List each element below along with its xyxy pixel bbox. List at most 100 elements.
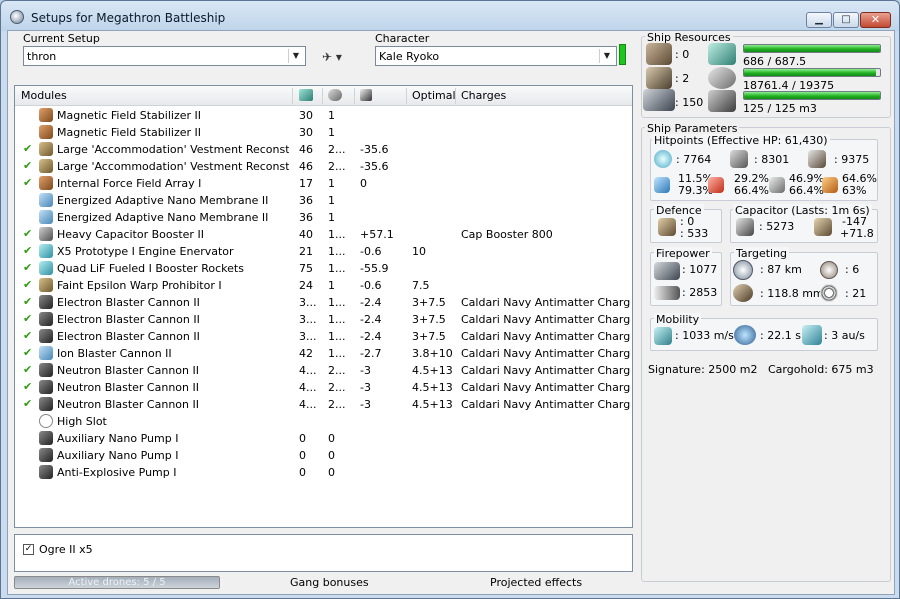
drone-checkbox[interactable]: ✓ <box>23 544 34 555</box>
table-row[interactable]: High Slot <box>15 413 632 430</box>
module-icon <box>39 261 53 275</box>
module-cpu: 36 <box>299 194 313 207</box>
warp-speed: : 3 au/s <box>824 329 865 342</box>
turret-slots-value: : 0 <box>675 48 690 61</box>
module-powergrid: 1 <box>328 109 335 122</box>
active-check-icon[interactable]: ✔ <box>23 244 32 257</box>
table-row[interactable]: ✔ Large 'Accommodation' Vestment Reconstr… <box>15 141 632 158</box>
module-cpu: 30 <box>299 126 313 139</box>
em-resist-icon <box>654 177 670 193</box>
module-powergrid: 1... <box>328 245 346 258</box>
title-bar[interactable]: Setups for Megathron Battleship ▁ □ ✕ <box>1 1 899 31</box>
table-row[interactable]: Auxiliary Nano Pump I 0 0 <box>15 447 632 464</box>
table-row[interactable]: ✔ Neutron Blaster Cannon II 4... 2... -3 4.5+… <box>15 362 632 379</box>
col-charges[interactable]: Charges <box>461 89 506 102</box>
module-powergrid: 1 <box>328 177 335 190</box>
col-optimal[interactable]: Optimal <box>412 89 456 102</box>
module-cpu: 24 <box>299 279 313 292</box>
module-name: Anti-Explosive Pump I <box>57 466 177 479</box>
module-powergrid: 1... <box>328 228 346 241</box>
capacitor-delta-2: +71.8 <box>840 227 874 240</box>
module-name: Neutron Blaster Cannon II <box>57 364 199 377</box>
table-row[interactable]: ✔ X5 Prototype I Engine Enervator 21 1... -0… <box>15 243 632 260</box>
drone-dps: : 2853 <box>682 286 718 299</box>
cpu-value: 686 / 687.5 <box>743 55 807 68</box>
active-check-icon[interactable]: ✔ <box>23 227 32 240</box>
resist-d2: 63% <box>842 184 867 197</box>
table-row[interactable]: ✔ Neutron Blaster Cannon II 4... 2... -3 4.5+… <box>15 379 632 396</box>
module-name: Electron Blaster Cannon II <box>57 313 200 326</box>
scan-resolution: : 118.8 mm <box>760 287 824 300</box>
table-row[interactable]: Magnetic Field Stabilizer II 30 1 <box>15 124 632 141</box>
active-check-icon[interactable]: ✔ <box>23 278 32 291</box>
drone-item[interactable]: Ogre II x5 <box>39 543 93 556</box>
active-check-icon[interactable]: ✔ <box>23 346 32 359</box>
max-velocity-icon <box>654 327 672 345</box>
chevron-down-icon: ▼ <box>288 49 303 63</box>
table-row[interactable]: ✔ Ion Blaster Cannon II 42 1... -2.7 3.8+10 Ca… <box>15 345 632 362</box>
powergrid-column-icon[interactable] <box>328 89 342 101</box>
module-icon <box>39 380 53 394</box>
table-row[interactable]: ✔ Quad LiF Fueled I Booster Rockets 75 1...… <box>15 260 632 277</box>
targeting-title: Targeting <box>734 247 790 260</box>
armor-icon <box>730 150 748 168</box>
table-row[interactable]: ✔ Neutron Blaster Cannon II 4... 2... -3 4.5+… <box>15 396 632 413</box>
module-icon <box>39 159 53 173</box>
table-row[interactable]: ✔ Large 'Accommodation' Vestment Reconstr… <box>15 158 632 175</box>
table-row[interactable]: ✔ Electron Blaster Cannon II 3... 1... -2.4 3… <box>15 328 632 345</box>
module-capacitor: -2.4 <box>360 330 382 343</box>
modules-list[interactable]: Modules Optimal Charges Magnetic Field S… <box>14 85 633 528</box>
active-check-icon[interactable]: ✔ <box>23 176 32 189</box>
table-row[interactable]: ✔ Internal Force Field Array I 17 1 0 <box>15 175 632 192</box>
table-row[interactable]: Anti-Explosive Pump I 0 0 <box>15 464 632 481</box>
table-row[interactable]: Magnetic Field Stabilizer II 30 1 <box>15 107 632 124</box>
table-row[interactable]: ✔ Electron Blaster Cannon II 3... 1... -2.4 3… <box>15 294 632 311</box>
drones-list[interactable]: ✓ Ogre II x5 <box>14 534 633 572</box>
module-capacitor: -55.9 <box>360 262 389 275</box>
defence-title: Defence <box>654 204 704 217</box>
active-check-icon[interactable]: ✔ <box>23 295 32 308</box>
character-dropdown[interactable]: Kale Ryoko ▼ <box>375 46 617 66</box>
projected-effects-link[interactable]: Projected effects <box>490 576 582 589</box>
table-row[interactable]: ✔ Heavy Capacitor Booster II 40 1... +57.1 Ca… <box>15 226 632 243</box>
module-optimal: 4.5+13 <box>412 364 453 377</box>
active-check-icon[interactable]: ✔ <box>23 363 32 376</box>
gang-bonuses-link[interactable]: Gang bonuses <box>290 576 369 589</box>
active-check-icon[interactable]: ✔ <box>23 159 32 172</box>
capacitor-icon <box>736 218 754 236</box>
module-icon <box>39 448 53 462</box>
module-name: Magnetic Field Stabilizer II <box>57 126 201 139</box>
max-targets-icon <box>820 261 838 279</box>
active-check-icon[interactable]: ✔ <box>23 329 32 342</box>
active-check-icon[interactable]: ✔ <box>23 142 32 155</box>
module-optimal: 3+7.5 <box>412 330 446 343</box>
kinetic-resist-icon <box>769 177 785 193</box>
table-row[interactable]: Energized Adaptive Nano Membrane II 36 1 <box>15 192 632 209</box>
scan-resolution-icon <box>733 284 753 302</box>
active-check-icon[interactable]: ✔ <box>23 380 32 393</box>
active-check-icon[interactable]: ✔ <box>23 261 32 274</box>
table-row[interactable]: ✔ Faint Epsilon Warp Prohibitor I 24 1 -0.6 7… <box>15 277 632 294</box>
maximize-button[interactable]: □ <box>833 12 859 28</box>
active-check-icon[interactable]: ✔ <box>23 397 32 410</box>
resist-c2: 66.4% <box>789 184 824 197</box>
module-name: Large 'Accommodation' Vestment Reconstru… <box>57 143 289 156</box>
close-button[interactable]: ✕ <box>860 12 891 28</box>
table-row[interactable]: Energized Adaptive Nano Membrane II 36 1 <box>15 209 632 226</box>
capacitor-amount: : 5273 <box>759 220 795 233</box>
table-row[interactable]: ✔ Electron Blaster Cannon II 3... 1... -2.4 3… <box>15 311 632 328</box>
character-status-indicator <box>619 44 626 65</box>
minimize-button[interactable]: ▁ <box>806 12 832 28</box>
module-name: Neutron Blaster Cannon II <box>57 398 199 411</box>
col-modules[interactable]: Modules <box>21 89 67 102</box>
module-icon <box>39 227 53 241</box>
setup-tools-button[interactable]: ✈ ▾ <box>318 48 360 68</box>
module-charges: Caldari Navy Antimatter Charge L <box>461 347 631 360</box>
cpu-column-icon[interactable] <box>299 89 313 101</box>
active-check-icon[interactable]: ✔ <box>23 312 32 325</box>
capacitor-column-icon[interactable] <box>360 89 372 101</box>
current-setup-dropdown[interactable]: thron ▼ <box>23 46 306 66</box>
module-icon <box>39 346 53 360</box>
table-row[interactable]: Auxiliary Nano Pump I 0 0 <box>15 430 632 447</box>
hull-hp: : 9375 <box>834 153 870 166</box>
